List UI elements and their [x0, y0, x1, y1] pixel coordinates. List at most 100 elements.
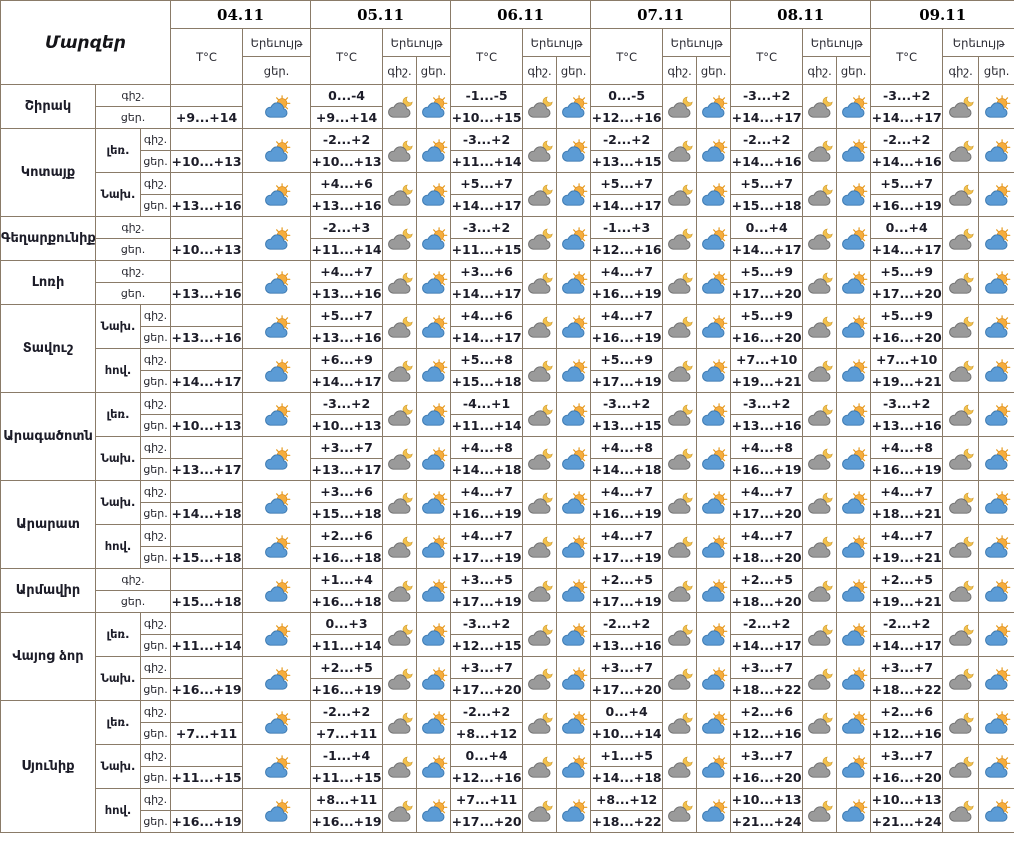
- cloud-sun-icon: [262, 183, 292, 207]
- cloud-sun-cell: [556, 436, 592, 481]
- night-temp: +4...+6: [450, 304, 524, 327]
- date-header-2: 05.11: [310, 0, 452, 29]
- cloud-sun-cell: [242, 788, 312, 833]
- cloud-sun-icon: [839, 447, 869, 471]
- cloud-sun-cell: [242, 172, 312, 217]
- temp-header: T°C: [310, 28, 384, 85]
- cloud-sun-cell: [696, 216, 732, 261]
- cloud-sun-cell: [416, 392, 452, 437]
- night-temp: +5...+7: [730, 172, 804, 195]
- region-name: Շիրակ: [0, 84, 96, 129]
- cloud-moon-icon: [385, 799, 415, 823]
- cloud-moon-cell: [802, 612, 838, 657]
- cloud-sun-cell: [242, 392, 312, 437]
- day-temp: +18...+21: [870, 502, 944, 525]
- night-temp: +2...+6: [310, 524, 384, 547]
- cloud-moon-cell: [662, 172, 698, 217]
- forecast-row-night: հով. գիշ. +6...+9 +5...+8 +5...+9 +7...+10 +7.…: [1, 348, 1014, 393]
- cloud-sun-cell: [556, 348, 592, 393]
- cloud-sun-icon: [699, 227, 729, 251]
- day-row-label: ցեր.: [139, 546, 172, 569]
- cloud-sun-icon: [419, 667, 449, 691]
- day-temp: +14...+17: [870, 238, 944, 261]
- cloud-moon-cell: [802, 128, 838, 173]
- night-subheader: գիշ.: [662, 56, 698, 85]
- cloud-moon-cell: [662, 436, 698, 481]
- forecast-row-night: Կոտայք լեռ. գիշ. -2...+2 -3...+2 -2...+2 -2...…: [0, 128, 1014, 217]
- day-temp: +14...+17: [870, 634, 944, 657]
- cloud-moon-cell: [942, 700, 980, 745]
- night-temp: +2...+5: [730, 568, 804, 591]
- night-temp: +1...+4: [310, 568, 384, 591]
- cloud-sun-icon: [699, 579, 729, 603]
- region-name: Լոռի: [0, 260, 96, 305]
- cloud-moon-icon: [805, 711, 835, 735]
- cloud-sun-cell: [696, 128, 732, 173]
- cloud-moon-icon: [665, 579, 695, 603]
- cloud-sun-icon: [699, 491, 729, 515]
- cloud-sun-cell: [836, 392, 872, 437]
- night-temp: 0...-5: [590, 84, 664, 107]
- day-temp: +19...+21: [870, 590, 944, 613]
- day-temp: +18...+20: [730, 590, 804, 613]
- night-temp: -3...+2: [450, 128, 524, 151]
- cloud-moon-cell: [942, 216, 980, 261]
- cloud-sun-cell: [696, 304, 732, 349]
- night-row-label: գիշ.: [139, 700, 172, 723]
- cloud-moon-icon: [665, 623, 695, 647]
- day-temp: +15...+18: [310, 502, 384, 525]
- cloud-sun-icon: [839, 711, 869, 735]
- cloud-moon-icon: [385, 315, 415, 339]
- day-row-label: ցեր.: [94, 590, 172, 613]
- night-row-label: գիշ.: [139, 436, 172, 459]
- day-row-label: ցեր.: [139, 810, 172, 833]
- day-temp: +21...+24: [870, 810, 944, 833]
- night-temp: +5...+9: [730, 304, 804, 327]
- cloud-moon-icon: [805, 183, 835, 207]
- cloud-sun-icon: [839, 227, 869, 251]
- day-row-label: ցեր.: [139, 194, 172, 217]
- cloud-moon-icon: [385, 667, 415, 691]
- cloud-sun-cell: [556, 788, 592, 833]
- day-temp: +17...+20: [590, 678, 664, 701]
- day-temp: +16...+19: [310, 810, 384, 833]
- cloud-moon-icon: [525, 403, 555, 427]
- night-row-label: գիշ.: [139, 480, 172, 503]
- cloud-sun-icon: [419, 579, 449, 603]
- day-temp: +11...+14: [310, 634, 384, 657]
- night-temp: +5...+9: [870, 304, 944, 327]
- night-temp: [170, 436, 244, 459]
- cloud-moon-icon: [525, 447, 555, 471]
- cloud-sun-icon: [419, 139, 449, 163]
- cloud-sun-icon: [982, 711, 1012, 735]
- night-temp: +3...+7: [450, 656, 524, 679]
- cloud-sun-icon: [982, 227, 1012, 251]
- regions-column-header: Մարզեր: [0, 0, 172, 85]
- cloud-moon-cell: [382, 260, 418, 305]
- cloud-sun-icon: [839, 579, 869, 603]
- night-row-label: գիշ.: [94, 260, 172, 283]
- day-temp: +13...+16: [170, 282, 244, 305]
- night-temp: +2...+6: [870, 700, 944, 723]
- cloud-moon-cell: [522, 744, 558, 789]
- night-temp: -3...+2: [590, 392, 664, 415]
- region-name: Արմավիր: [0, 568, 96, 613]
- cloud-moon-icon: [665, 359, 695, 383]
- cloud-sun-icon: [559, 227, 589, 251]
- forecast-row-night: Տավուշ Նախ. գիշ. +5...+7 +4...+6 +4...+7 +5...…: [0, 304, 1014, 393]
- cloud-moon-cell: [942, 612, 980, 657]
- cloud-sun-cell: [836, 744, 872, 789]
- night-temp: +4...+7: [590, 304, 664, 327]
- night-temp: +3...+6: [310, 480, 384, 503]
- cloud-sun-icon: [262, 359, 292, 383]
- day-temp: +14...+18: [590, 766, 664, 789]
- day-temp: +12...+16: [590, 238, 664, 261]
- cloud-moon-icon: [525, 183, 555, 207]
- cloud-sun-cell: [242, 84, 312, 129]
- night-temp: [170, 128, 244, 151]
- cloud-sun-icon: [262, 403, 292, 427]
- cloud-sun-icon: [699, 139, 729, 163]
- night-temp: +4...+7: [590, 524, 664, 547]
- cloud-moon-cell: [382, 84, 418, 129]
- cloud-sun-cell: [416, 216, 452, 261]
